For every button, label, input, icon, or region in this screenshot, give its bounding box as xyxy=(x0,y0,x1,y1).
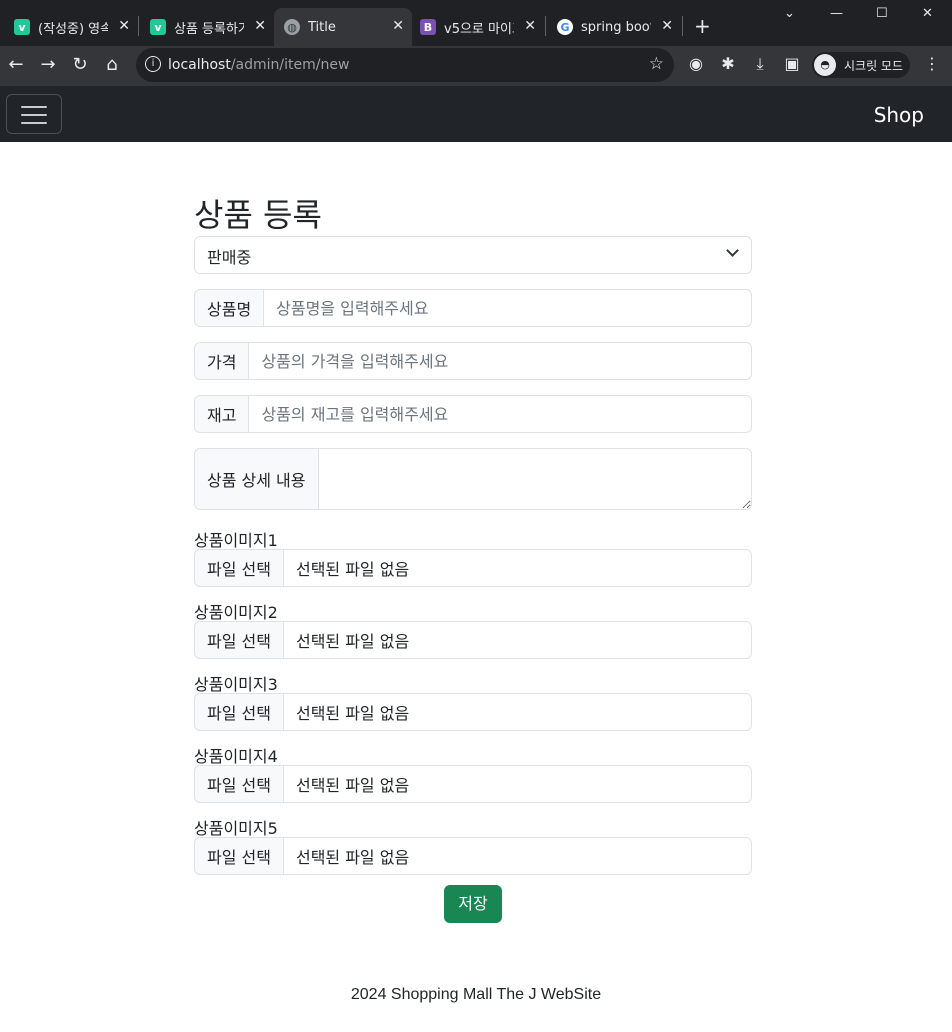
browser-tab[interactable]: v 상품 등록하기 ✕ xyxy=(140,8,274,46)
stock-group: 재고 xyxy=(194,395,752,433)
choose-file-button[interactable]: 파일 선택 xyxy=(194,765,284,803)
footer-text: 2024 Shopping Mall The J WebSite xyxy=(350,986,602,1003)
detail-group: 상품 상세 내용 xyxy=(194,448,752,510)
extension-avatar-icon[interactable]: ◉ xyxy=(686,54,706,73)
close-icon[interactable]: ✕ xyxy=(118,18,130,34)
chevron-down-icon[interactable]: ⌄ xyxy=(784,6,795,21)
chevron-down-icon xyxy=(726,244,739,257)
file-status: 선택된 파일 없음 xyxy=(283,765,752,803)
price-input[interactable] xyxy=(249,342,752,380)
address-bar[interactable]: i localhost/admin/item/new ☆ xyxy=(136,48,674,82)
incognito-badge[interactable]: ◓ 시크릿 모드 xyxy=(812,52,910,78)
hamburger-icon xyxy=(21,106,47,108)
status-select[interactable]: 판매중 xyxy=(194,236,752,274)
image-label: 상품이미지1 xyxy=(194,531,278,550)
url-text: localhost/admin/item/new xyxy=(168,57,350,73)
v-favicon-icon: v xyxy=(14,19,30,35)
back-icon[interactable]: ← xyxy=(4,54,28,75)
image-file-input[interactable]: 파일 선택 선택된 파일 없음 xyxy=(194,621,752,659)
browser-tab[interactable]: v (작성중) 영속 ✕ xyxy=(4,8,138,46)
image-label: 상품이미지5 xyxy=(194,819,278,838)
close-icon[interactable]: ✕ xyxy=(661,18,673,34)
info-icon[interactable]: i xyxy=(145,56,161,72)
save-button[interactable]: 저장 xyxy=(444,885,502,923)
google-icon: G xyxy=(557,19,573,35)
file-status: 선택된 파일 없음 xyxy=(283,549,752,587)
stock-label: 재고 xyxy=(194,395,250,433)
price-label: 가격 xyxy=(194,342,250,380)
browser-tab-bar: v (작성중) 영속 ✕ v 상품 등록하기 ✕ ◍ Title ✕ B v5으… xyxy=(0,0,952,46)
menu-dots-icon[interactable]: ⋮ xyxy=(922,54,942,73)
close-window-icon[interactable]: ✕ xyxy=(922,6,933,21)
download-icon[interactable]: ⤓ xyxy=(750,54,770,74)
browser-tab-active[interactable]: ◍ Title ✕ xyxy=(274,8,412,46)
navbar-brand[interactable]: Shop xyxy=(874,103,924,127)
choose-file-button[interactable]: 파일 선택 xyxy=(194,837,284,875)
incognito-label: 시크릿 모드 xyxy=(844,58,904,73)
browser-tab[interactable]: B v5으로 마이그 ✕ xyxy=(410,8,544,46)
bookmark-star-icon[interactable]: ☆ xyxy=(649,54,664,74)
browser-tab[interactable]: G spring boot ✕ xyxy=(547,8,681,46)
image-label: 상품이미지3 xyxy=(194,675,278,694)
site-navbar: Shop xyxy=(0,86,952,142)
item-name-input[interactable] xyxy=(264,289,752,327)
choose-file-button[interactable]: 파일 선택 xyxy=(194,693,284,731)
globe-icon: ◍ xyxy=(284,19,300,35)
tab-title: spring boot xyxy=(581,19,651,35)
home-icon[interactable]: ⌂ xyxy=(100,54,124,75)
file-status: 선택된 파일 없음 xyxy=(283,693,752,731)
image-label: 상품이미지2 xyxy=(194,603,278,622)
tab-title: v5으로 마이그 xyxy=(444,21,514,37)
browser-toolbar: ← → ↻ ⌂ i localhost/admin/item/new ☆ ◉ ✱… xyxy=(0,46,952,86)
tab-title: Title xyxy=(308,19,336,35)
reload-icon[interactable]: ↻ xyxy=(68,54,92,75)
bootstrap-favicon-icon: B xyxy=(420,19,436,35)
puzzle-icon[interactable]: ✱ xyxy=(718,54,738,73)
incognito-icon: ◓ xyxy=(814,54,836,76)
forward-icon[interactable]: → xyxy=(36,54,60,75)
choose-file-button[interactable]: 파일 선택 xyxy=(194,621,284,659)
close-icon[interactable]: ✕ xyxy=(254,18,266,34)
item-name-group: 상품명 xyxy=(194,289,752,327)
file-status: 선택된 파일 없음 xyxy=(283,837,752,875)
item-name-label: 상품명 xyxy=(194,289,265,327)
side-panel-icon[interactable]: ▣ xyxy=(782,54,802,73)
maximize-icon[interactable]: ☐ xyxy=(876,6,888,21)
image-file-input[interactable]: 파일 선택 선택된 파일 없음 xyxy=(194,693,752,731)
close-icon[interactable]: ✕ xyxy=(524,18,536,34)
v-favicon-icon: v xyxy=(150,19,166,35)
status-select-value: 판매중 xyxy=(207,248,252,267)
price-group: 가격 xyxy=(194,342,752,380)
image-file-input[interactable]: 파일 선택 선택된 파일 없음 xyxy=(194,837,752,875)
file-status: 선택된 파일 없음 xyxy=(283,621,752,659)
image-label: 상품이미지4 xyxy=(194,747,278,766)
tab-title: (작성중) 영속 xyxy=(38,21,108,37)
detail-textarea[interactable] xyxy=(318,448,752,510)
navbar-toggler-button[interactable] xyxy=(6,94,62,134)
stock-input[interactable] xyxy=(249,395,752,433)
detail-label: 상품 상세 내용 xyxy=(194,448,319,510)
tab-title: 상품 등록하기 xyxy=(174,21,244,37)
new-tab-icon[interactable]: + xyxy=(694,14,711,38)
close-icon[interactable]: ✕ xyxy=(392,18,404,34)
choose-file-button[interactable]: 파일 선택 xyxy=(194,549,284,587)
image-file-input[interactable]: 파일 선택 선택된 파일 없음 xyxy=(194,549,752,587)
page-title: 상품 등록 xyxy=(194,196,322,234)
minimize-icon[interactable]: — xyxy=(830,6,843,21)
image-file-input[interactable]: 파일 선택 선택된 파일 없음 xyxy=(194,765,752,803)
